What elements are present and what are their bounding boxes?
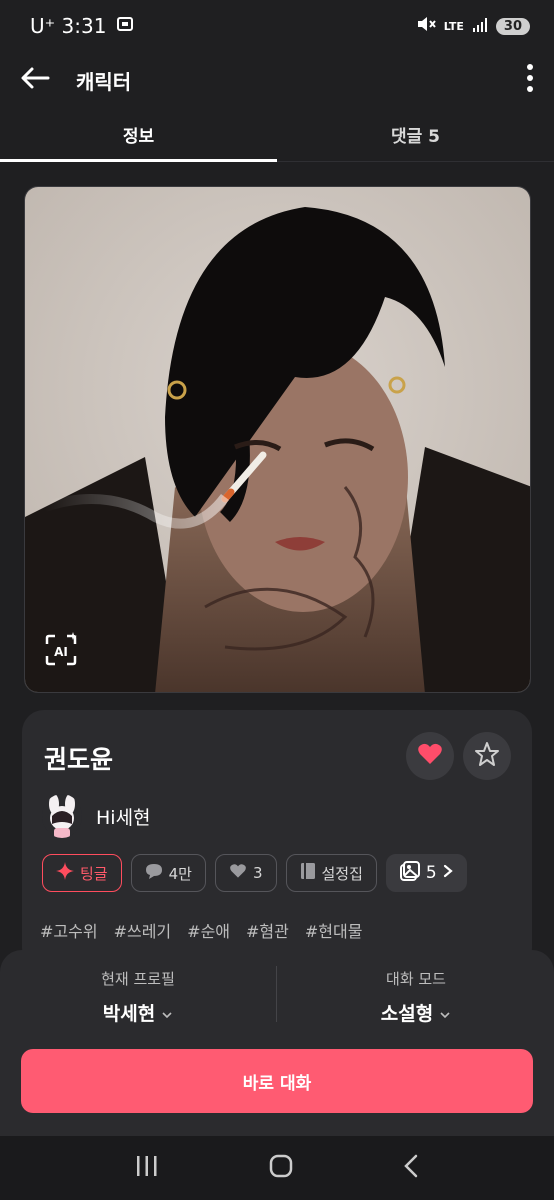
- profile-label: 현재 프로필: [101, 970, 175, 988]
- hashtag[interactable]: #혐관: [246, 918, 289, 942]
- start-chat-button[interactable]: 바로 대화: [21, 1049, 533, 1113]
- status-time: U⁺ 3:31: [30, 14, 107, 38]
- tab-bar: 정보 댓글 5: [0, 108, 554, 162]
- tab-info[interactable]: 정보: [0, 108, 277, 162]
- image-count: 5: [425, 863, 437, 883]
- signal-icon: [472, 14, 488, 38]
- mute-icon: [416, 14, 436, 38]
- status-bar: U⁺ 3:31 LTE 30: [0, 0, 554, 52]
- tab-comments-label: 댓글 5: [390, 127, 441, 147]
- tingle-label: 팅글: [80, 864, 108, 883]
- book-icon: [300, 862, 316, 884]
- star-icon: [474, 741, 500, 771]
- app-bar: 캐릭터: [0, 52, 554, 108]
- bookmark-button[interactable]: [463, 732, 511, 780]
- chat-start-sheet: 현재 프로필 박세현 대화 모드 소설형 바로 대화: [0, 950, 554, 1136]
- tab-info-label: 정보: [122, 127, 155, 147]
- back-icon[interactable]: [403, 1154, 419, 1182]
- settings-collection-label: 설정집: [321, 864, 363, 883]
- image-gallery-chip[interactable]: 5: [385, 854, 467, 892]
- like-count: 3: [252, 864, 263, 882]
- gallery-icon: [399, 860, 420, 886]
- tingle-chip[interactable]: 팅글: [42, 854, 122, 892]
- network-label: LTE: [443, 19, 464, 33]
- sparkle-icon: [56, 862, 74, 884]
- mode-value: 소설형: [380, 1003, 434, 1025]
- hashtag[interactable]: #현대물: [305, 918, 363, 942]
- settings-collection-chip[interactable]: 설정집: [285, 854, 377, 892]
- stats-chips: 팅글 4만 3 설정집 5: [42, 854, 467, 892]
- character-portrait[interactable]: AI: [24, 186, 531, 693]
- ai-badge-label: AI: [54, 645, 68, 659]
- chevron-down-icon: [161, 1002, 173, 1024]
- author[interactable]: Hi세현: [42, 794, 151, 838]
- home-icon[interactable]: [269, 1154, 293, 1182]
- heart-outline-icon: [229, 863, 247, 883]
- recents-icon[interactable]: [135, 1155, 159, 1181]
- author-name: Hi세현: [96, 806, 151, 829]
- like-count-chip[interactable]: 3: [214, 854, 277, 892]
- author-avatar: [42, 794, 82, 838]
- mode-label: 대화 모드: [386, 970, 446, 988]
- profile-selector[interactable]: 현재 프로필 박세현: [0, 968, 276, 1026]
- battery-indicator: 30: [495, 17, 530, 35]
- tab-comments[interactable]: 댓글 5: [277, 108, 554, 161]
- hashtag[interactable]: #순애: [187, 918, 230, 942]
- character-name: 권도윤: [44, 745, 114, 774]
- like-button[interactable]: [406, 732, 454, 780]
- sheet-divider: [276, 966, 277, 1022]
- portrait-illustration: [25, 187, 530, 692]
- heart-icon: [417, 742, 443, 770]
- screenshot-icon: [116, 14, 134, 38]
- chevron-right-icon: [443, 863, 453, 883]
- chat-count: 4만: [168, 864, 192, 883]
- ai-badge: AI: [41, 630, 81, 674]
- hashtag-list: #고수위 #쓰레기 #순애 #혐관 #현대물: [40, 918, 362, 942]
- chat-mode-selector[interactable]: 대화 모드 소설형: [278, 968, 554, 1026]
- more-vertical-icon[interactable]: [526, 63, 534, 97]
- back-arrow-icon[interactable]: [20, 66, 50, 94]
- chevron-down-icon: [439, 1002, 451, 1024]
- hashtag[interactable]: #고수위: [40, 918, 98, 942]
- character-info-card: 권도윤 Hi세현 팅글 4만 3 설정집 5 #고수위 #쓰레기 #순애 #혐관…: [22, 710, 532, 970]
- hashtag[interactable]: #쓰레기: [114, 918, 172, 942]
- speech-bubble-icon: [145, 863, 163, 884]
- chat-count-chip[interactable]: 4만: [130, 854, 206, 892]
- page-title: 캐릭터: [76, 69, 132, 94]
- profile-value: 박세현: [102, 1003, 156, 1025]
- system-nav-bar: [0, 1136, 554, 1200]
